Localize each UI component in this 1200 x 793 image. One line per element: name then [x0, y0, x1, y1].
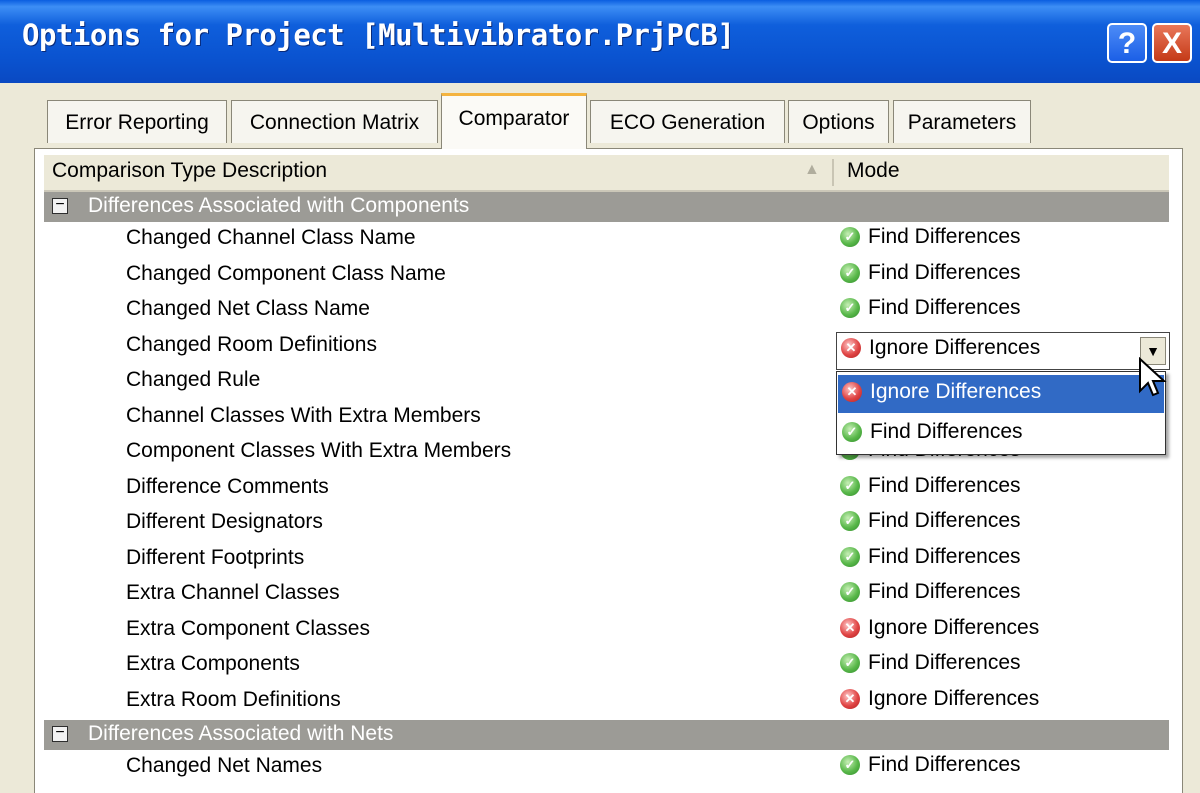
comparison-type-label: Extra Room Definitions: [126, 687, 341, 711]
check-icon: ✓: [840, 582, 860, 602]
list-header: Comparison Type Description ▲ Mode: [44, 155, 1169, 192]
tab-parameters[interactable]: Parameters: [893, 100, 1031, 143]
check-icon: ✓: [840, 546, 860, 567]
x-icon: ✕: [840, 617, 860, 638]
comparison-type-label: Changed Channel Class Name: [126, 226, 416, 249]
window-title: Options for Project [Multivibrator.PrjPC…: [22, 18, 735, 52]
mode-label: Ignore Differences: [868, 686, 1040, 710]
check-icon: ✓: [840, 511, 860, 531]
list-item[interactable]: Extra Room Definitions ✕ Ignore Difference…: [44, 685, 1169, 721]
option-label: Find Differences: [870, 420, 1023, 443]
mode-label: Find Differences: [868, 260, 1021, 284]
check-icon: ✓: [840, 653, 860, 673]
tab-options[interactable]: Options: [788, 100, 889, 143]
mode-cell[interactable]: ✓ Find Differences: [840, 509, 1021, 539]
x-icon: ✕: [840, 688, 860, 709]
mode-label: Find Differences: [868, 509, 1021, 532]
mode-cell[interactable]: ✕ Ignore Differences: [840, 687, 1039, 717]
collapse-toggle-icon[interactable]: −: [52, 725, 68, 742]
combo-value: ✕ Ignore Differences: [841, 336, 1040, 366]
column-divider[interactable]: [832, 159, 834, 186]
mode-cell[interactable]: ✓ Find Differences: [840, 580, 1021, 610]
comparison-type-label: Changed Room Definitions: [126, 332, 377, 356]
mode-combobox[interactable]: ✕ Ignore Differences ▼: [836, 332, 1170, 370]
check-icon: ✓: [840, 262, 860, 283]
check-icon: ✓: [842, 422, 862, 442]
title-bar[interactable]: Options for Project [Multivibrator.PrjPC…: [0, 0, 1200, 83]
mode-cell[interactable]: ✓ Find Differences: [840, 545, 1021, 575]
list-item[interactable]: Different Designators ✓ Find Differences: [44, 507, 1169, 543]
mode-cell[interactable]: ✓ Find Differences: [840, 753, 1021, 783]
dropdown-option-find[interactable]: ✓ Find Differences: [838, 415, 1164, 453]
comparison-type-label: Changed Net Class Name: [126, 297, 370, 320]
mode-cell[interactable]: ✓ Find Differences: [840, 225, 1021, 255]
mode-label: Find Differences: [868, 225, 1021, 248]
group-header[interactable]: − Differences Associated with Nets: [44, 720, 1169, 750]
mode-cell[interactable]: ✓ Find Differences: [840, 651, 1021, 681]
list-item[interactable]: Extra Components ✓ Find Differences: [44, 649, 1169, 685]
option-label: Ignore Differences: [870, 380, 1042, 403]
mode-cell[interactable]: ✕ Ignore Differences: [840, 616, 1039, 646]
comparison-type-label: Extra Components: [126, 652, 300, 675]
list-item[interactable]: Different Footprints ✓ Find Differences: [44, 543, 1169, 579]
comparison-type-label: Changed Component Class Name: [126, 261, 446, 285]
comparison-type-label: Difference Comments: [126, 474, 329, 498]
mouse-cursor-icon: [1139, 357, 1167, 397]
list-item[interactable]: Extra Component Classes ✕ Ignore Differenc…: [44, 614, 1169, 650]
list-item[interactable]: Changed Component Class Name ✓ Find Differ…: [44, 259, 1169, 295]
options-dialog: Options for Project [Multivibrator.PrjPC…: [0, 0, 1200, 793]
mode-cell[interactable]: ✓ Find Differences: [840, 474, 1021, 504]
combo-value-label: Ignore Differences: [869, 336, 1041, 359]
comparison-type-label: Channel Classes With Extra Members: [126, 403, 481, 427]
mode-label: Ignore Differences: [868, 615, 1040, 639]
list-item[interactable]: Changed Net Class Name ✓ Find Differences: [44, 294, 1169, 330]
comparison-type-label: Component Classes With Extra Members: [126, 439, 512, 462]
mode-dropdown-list: ✕ Ignore Differences ✓ Find Differences: [836, 371, 1166, 455]
mode-label: Find Differences: [868, 544, 1021, 568]
check-icon: ✓: [840, 755, 860, 775]
column-header-description[interactable]: Comparison Type Description: [52, 159, 327, 183]
mode-label: Find Differences: [868, 753, 1021, 776]
comparison-type-label: Extra Channel Classes: [126, 581, 340, 604]
collapse-toggle-icon[interactable]: −: [52, 197, 68, 214]
tab-error-reporting[interactable]: Error Reporting: [47, 100, 227, 143]
comparison-type-label: Changed Net Names: [126, 754, 323, 777]
comparison-type-label: Different Designators: [126, 510, 323, 533]
mode-cell[interactable]: ✓ Find Differences: [840, 296, 1021, 326]
comparison-type-label: Different Footprints: [126, 545, 305, 569]
close-button[interactable]: X: [1152, 23, 1192, 63]
mode-label: Find Differences: [868, 580, 1021, 603]
sort-arrow-icon: ▲: [804, 161, 820, 178]
mode-cell[interactable]: ✓ Find Differences: [840, 261, 1021, 291]
comparison-list[interactable]: Comparison Type Description ▲ Mode − Diff…: [44, 155, 1169, 793]
x-icon: ✕: [841, 338, 861, 358]
tab-eco-generation[interactable]: ECO Generation: [590, 100, 785, 143]
tab-comparator[interactable]: Comparator: [441, 93, 587, 149]
mode-label: Find Differences: [868, 473, 1021, 497]
option-content: ✕ Ignore Differences: [842, 380, 1041, 410]
dropdown-option-ignore[interactable]: ✕ Ignore Differences: [838, 375, 1164, 413]
list-item[interactable]: Changed Net Names ✓ Find Differences: [44, 751, 1169, 787]
help-button[interactable]: ?: [1107, 23, 1147, 63]
list-item[interactable]: Extra Channel Classes ✓ Find Differences: [44, 578, 1169, 614]
column-header-mode[interactable]: Mode: [847, 159, 900, 183]
group-label: Differences Associated with Components: [88, 194, 470, 217]
mode-label: Find Differences: [868, 296, 1021, 319]
check-icon: ✓: [840, 298, 860, 318]
check-icon: ✓: [840, 227, 860, 247]
group-label: Differences Associated with Nets: [88, 722, 394, 745]
mode-label: Find Differences: [868, 651, 1021, 674]
group-header[interactable]: − Differences Associated with Components: [44, 192, 1169, 222]
tab-connection-matrix[interactable]: Connection Matrix: [231, 100, 438, 143]
check-icon: ✓: [840, 475, 860, 496]
comparison-type-label: Extra Component Classes: [126, 616, 370, 640]
list-item[interactable]: Difference Comments ✓ Find Differences: [44, 472, 1169, 508]
option-content: ✓ Find Differences: [842, 420, 1023, 450]
comparison-type-label: Changed Rule: [126, 368, 261, 391]
list-item[interactable]: Changed Channel Class Name ✓ Find Differen…: [44, 223, 1169, 259]
x-icon: ✕: [842, 382, 862, 402]
